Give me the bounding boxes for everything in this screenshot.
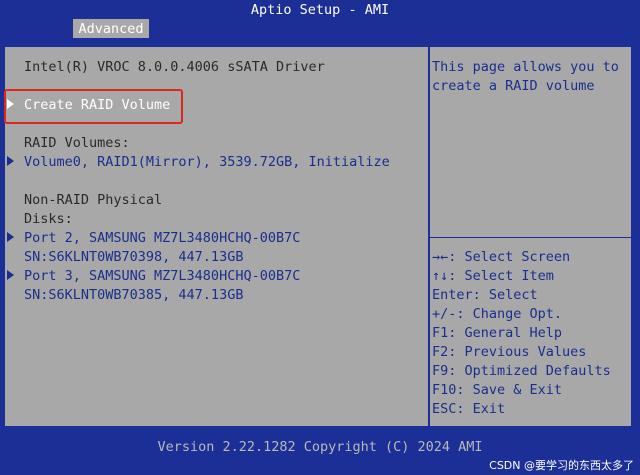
- key-previous-values: F2: Previous Values: [432, 344, 587, 360]
- disk-port2-item[interactable]: Port 2, SAMSUNG MZ7L3480HCHQ-00B7C: [24, 229, 300, 248]
- tab-advanced[interactable]: Advanced: [73, 19, 149, 38]
- help-text-line1: This page allows you to: [432, 59, 619, 75]
- version-footer: Version 2.22.1282 Copyright (C) 2024 AMI: [157, 439, 483, 455]
- key-select-screen: →←: Select Screen: [432, 249, 571, 265]
- raid-volumes-label: RAID Volumes:: [24, 135, 130, 151]
- watermark: CSDN @要学习的东西太多了: [489, 459, 634, 472]
- volume0-item[interactable]: Volume0, RAID1(Mirror), 3539.72GB, Initi…: [24, 153, 390, 172]
- selection-highlight: [4, 89, 183, 124]
- disk-port3-item[interactable]: Port 3, SAMSUNG MZ7L3480HCHQ-00B7C: [24, 267, 300, 286]
- app-title: Aptio Setup - AMI: [250, 2, 390, 18]
- help-divider: [430, 237, 632, 238]
- key-change-opt: +/-: Change Opt.: [432, 306, 563, 322]
- submenu-arrow-icon: [7, 232, 14, 242]
- key-optimized-defaults: F9: Optimized Defaults: [432, 363, 611, 379]
- submenu-arrow-icon: [7, 156, 14, 166]
- non-raid-label-2: Disks:: [24, 211, 73, 227]
- driver-title: Intel(R) VROC 8.0.0.4006 sSATA Driver: [24, 59, 325, 75]
- disk-port3-serial: SN:S6KLNT0WB70385, 447.13GB: [24, 287, 244, 303]
- key-save-exit: F10: Save & Exit: [432, 382, 563, 398]
- key-select-item: ↑↓: Select Item: [432, 268, 554, 284]
- key-general-help: F1: General Help: [432, 325, 563, 341]
- key-exit: ESC: Exit: [432, 401, 506, 417]
- help-text-line2: create a RAID volume: [432, 78, 595, 94]
- submenu-arrow-icon: [7, 270, 14, 280]
- non-raid-label: Non-RAID Physical: [24, 192, 163, 208]
- disk-port2-serial: SN:S6KLNT0WB70398, 447.13GB: [24, 249, 244, 265]
- key-enter: Enter: Select: [432, 287, 538, 303]
